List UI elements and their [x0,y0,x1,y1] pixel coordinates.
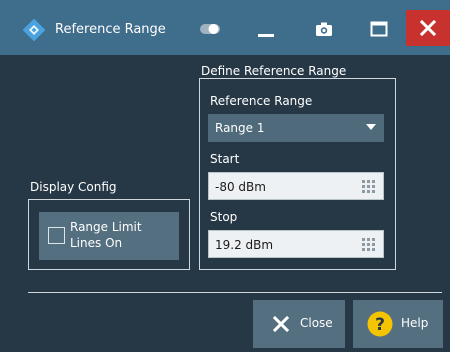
help-button-label: Help [401,316,429,330]
stop-input[interactable]: 19.2 dBm [208,230,384,258]
stop-value: 19.2 dBm [215,238,274,252]
divider [28,292,442,293]
reference-range-value: Range 1 [215,121,265,135]
chevron-down-icon [366,124,376,130]
range-limit-lines-label: Range Limit Lines On [70,220,142,250]
camera-icon[interactable] [315,17,333,41]
keypad-icon[interactable] [362,238,376,252]
close-icon [273,316,289,332]
help-button[interactable]: ? Help [353,300,443,348]
close-button[interactable]: Close [253,300,345,348]
start-input[interactable]: -80 dBm [208,172,384,200]
checkbox-icon [48,227,65,244]
close-icon [419,19,437,37]
maximize-icon[interactable] [370,17,388,41]
range-limit-lines-toggle[interactable]: Range Limit Lines On [39,212,179,260]
toggle-icon[interactable] [198,17,222,41]
window-close-button[interactable] [406,10,450,46]
close-button-label: Close [300,316,333,330]
rohde-schwarz-logo-icon [23,19,45,41]
help-icon: ? [367,311,393,337]
minimize-icon[interactable] [256,17,276,41]
stop-label: Stop [210,210,238,224]
reference-range-label: Reference Range [210,94,313,108]
start-value: -80 dBm [215,180,266,194]
keypad-icon[interactable] [362,180,376,194]
svg-text:?: ? [375,315,385,335]
window-title: Reference Range [55,22,166,37]
title-bar: Reference Range [0,0,450,55]
start-label: Start [210,152,240,166]
display-config-heading: Display Config [30,180,117,194]
reference-range-dropdown[interactable]: Range 1 [208,114,384,142]
define-reference-range-heading: Define Reference Range [201,64,347,78]
